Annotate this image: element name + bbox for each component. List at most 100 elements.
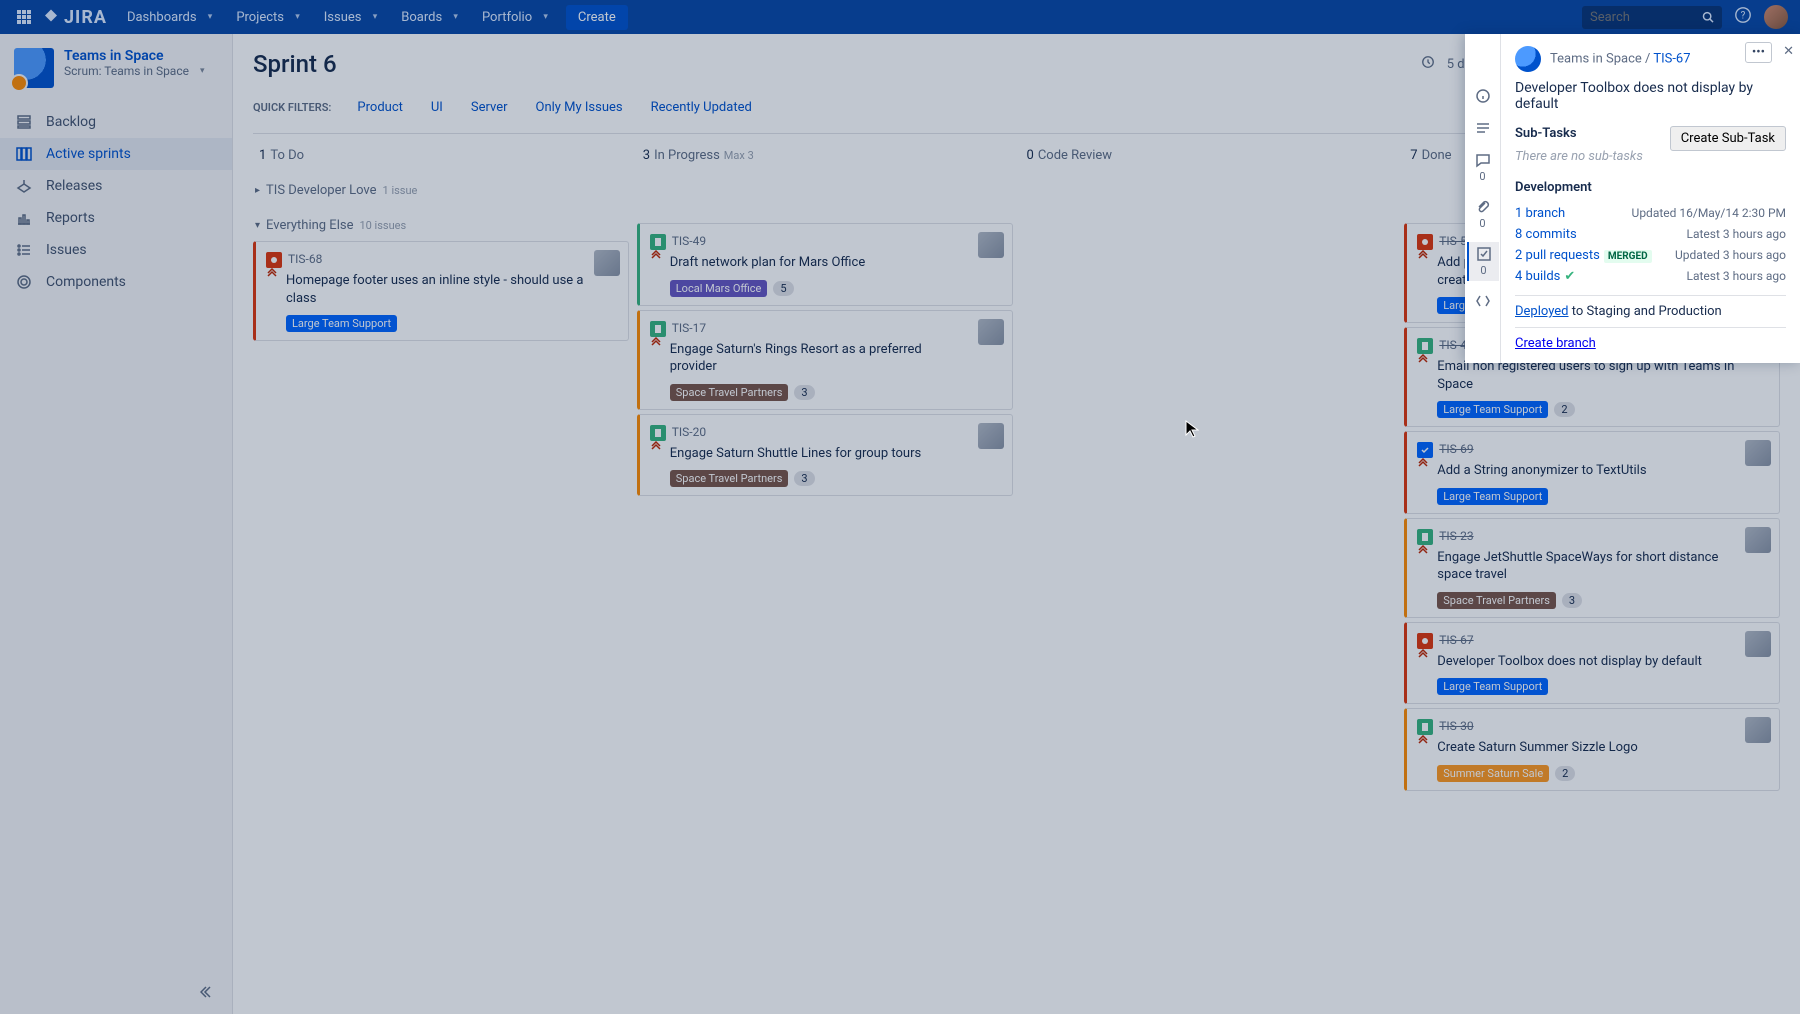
- col-name: Done: [1422, 148, 1452, 163]
- rail-comments-icon[interactable]: 0: [1467, 148, 1499, 187]
- epic-label[interactable]: Space Travel Partners: [1437, 592, 1556, 609]
- estimate-badge: 3: [794, 385, 814, 400]
- issue-summary: Engage JetShuttle SpaceWays for short di…: [1437, 549, 1769, 584]
- sidebar-item-issues[interactable]: Issues: [0, 234, 232, 266]
- search-input[interactable]: [1590, 10, 1694, 25]
- sidebar-item-label: Backlog: [46, 114, 96, 130]
- issue-card[interactable]: TIS-17 Engage Saturn's Rings Resort as a…: [637, 310, 1013, 410]
- issue-key: TIS-17: [672, 321, 706, 335]
- sidebar-item-releases[interactable]: Releases: [0, 170, 232, 202]
- project-icon: [1515, 46, 1541, 72]
- board-icon: [14, 146, 34, 162]
- issue-card[interactable]: TIS-69 Add a String anonymizer to TextUt…: [1404, 431, 1780, 514]
- issue-card[interactable]: TIS-20 Engage Saturn Shuttle Lines for g…: [637, 414, 1013, 497]
- priority-icon: [1417, 458, 1431, 474]
- epic-label[interactable]: Space Travel Partners: [670, 384, 789, 401]
- nav-issues[interactable]: Issues: [314, 4, 388, 31]
- no-subtasks-text: There are no sub-tasks: [1515, 149, 1786, 164]
- issue-key: TIS-30: [1439, 719, 1473, 733]
- estimate-badge: 2: [1554, 402, 1574, 417]
- priority-icon: [650, 337, 664, 353]
- panel-more-button[interactable]: •••: [1745, 42, 1772, 63]
- panel-close-icon[interactable]: ✕: [1783, 44, 1794, 59]
- swimlane-developer-love[interactable]: TIS Developer Love 1 issue: [253, 179, 629, 202]
- col-name: In Progress: [654, 148, 720, 163]
- collapse-sidebar-icon[interactable]: [200, 984, 216, 1004]
- branch-link[interactable]: 1 branch: [1515, 206, 1565, 221]
- ship-icon: [14, 178, 34, 194]
- clock-icon: [1421, 55, 1435, 73]
- issue-type-icon: [1417, 338, 1433, 354]
- builds-meta: Latest 3 hours ago: [1686, 269, 1786, 284]
- issue-type-icon: [1417, 442, 1433, 458]
- estimate-badge: 3: [794, 471, 814, 486]
- issue-type-icon: [1417, 529, 1433, 545]
- issue-key: TIS-69: [1439, 442, 1473, 456]
- epic-label[interactable]: Large Team Support: [1437, 401, 1548, 418]
- issue-type-icon: [650, 425, 666, 441]
- component-icon: [14, 274, 34, 290]
- column-code-review: 0 Code Review: [1021, 134, 1397, 795]
- create-button[interactable]: Create: [566, 5, 628, 30]
- col-count: 3: [643, 148, 650, 163]
- issue-key-link[interactable]: TIS-67: [1653, 51, 1690, 66]
- project-type[interactable]: Scrum: Teams in Space: [64, 64, 205, 78]
- nav-dashboards[interactable]: Dashboards: [117, 4, 222, 31]
- issue-card[interactable]: TIS-30 Create Saturn Summer Sizzle Logo …: [1404, 708, 1780, 791]
- sidebar: Teams in Space Scrum: Teams in Space Bac…: [0, 34, 233, 1014]
- filter-recent[interactable]: Recently Updated: [641, 96, 762, 119]
- rail-attachments-icon[interactable]: 0: [1467, 195, 1499, 234]
- logo-text: JIRA: [64, 7, 107, 28]
- epic-label[interactable]: Large Team Support: [1437, 678, 1548, 695]
- epic-label[interactable]: Large Team Support: [286, 315, 397, 332]
- issue-card[interactable]: TIS-68 Homepage footer uses an inline st…: [253, 241, 629, 341]
- col-name: Code Review: [1038, 148, 1112, 163]
- epic-label[interactable]: Large Team Support: [1437, 488, 1548, 505]
- priority-icon: [1417, 735, 1431, 751]
- col-count: 0: [1027, 148, 1034, 163]
- sidebar-item-reports[interactable]: Reports: [0, 202, 232, 234]
- epic-label[interactable]: Space Travel Partners: [670, 470, 789, 487]
- help-icon[interactable]: ?: [1734, 6, 1752, 28]
- nav-boards[interactable]: Boards: [391, 4, 468, 31]
- pullrequests-link[interactable]: 2 pull requests: [1515, 248, 1600, 263]
- filter-ui[interactable]: UI: [421, 96, 453, 119]
- issue-card[interactable]: TIS-49 Draft network plan for Mars Offic…: [637, 223, 1013, 306]
- sidebar-item-components[interactable]: Components: [0, 266, 232, 298]
- pulls-meta: Updated 3 hours ago: [1675, 248, 1786, 263]
- deployed-link[interactable]: Deployed: [1515, 304, 1569, 319]
- epic-label[interactable]: Local Mars Office: [670, 280, 768, 297]
- issue-type-icon: [650, 234, 666, 250]
- sidebar-item-label: Releases: [46, 178, 102, 194]
- swimlane-everything-else[interactable]: Everything Else 10 issues: [253, 214, 629, 237]
- priority-icon: [1417, 649, 1431, 665]
- builds-link[interactable]: 4 builds: [1515, 269, 1560, 284]
- app-switcher-icon[interactable]: [12, 5, 36, 29]
- priority-icon: [650, 441, 664, 457]
- priority-icon: [266, 268, 280, 284]
- rail-description-icon[interactable]: [1467, 116, 1499, 140]
- create-branch-link[interactable]: Create branch: [1515, 336, 1596, 351]
- search-box[interactable]: [1582, 6, 1722, 29]
- sidebar-item-backlog[interactable]: Backlog: [0, 106, 232, 138]
- search-icon: [1702, 10, 1714, 24]
- commits-link[interactable]: 8 commits: [1515, 227, 1577, 242]
- create-subtask-button[interactable]: Create Sub-Task: [1670, 126, 1786, 151]
- filter-my-issues[interactable]: Only My Issues: [526, 96, 633, 119]
- rail-details-icon[interactable]: [1467, 84, 1499, 108]
- nav-projects[interactable]: Projects: [226, 4, 309, 31]
- quick-filters-label: QUICK FILTERS:: [253, 101, 331, 114]
- nav-portfolio[interactable]: Portfolio: [472, 4, 558, 31]
- issue-summary: Developer Toolbox does not display by de…: [1437, 653, 1769, 671]
- rail-dev-icon[interactable]: [1467, 289, 1499, 313]
- epic-label[interactable]: Summer Saturn Sale: [1437, 765, 1549, 782]
- sidebar-item-active-sprints[interactable]: Active sprints: [0, 138, 232, 170]
- rail-subtasks-icon[interactable]: 0: [1467, 242, 1499, 281]
- jira-logo[interactable]: JIRA: [42, 7, 107, 28]
- project-header[interactable]: Teams in Space Scrum: Teams in Space: [0, 48, 232, 102]
- filter-server[interactable]: Server: [461, 96, 518, 119]
- issue-card[interactable]: TIS-23 Engage JetShuttle SpaceWays for s…: [1404, 518, 1780, 618]
- issue-card[interactable]: TIS-67 Developer Toolbox does not displa…: [1404, 622, 1780, 705]
- filter-product[interactable]: Product: [347, 96, 412, 119]
- user-avatar[interactable]: [1764, 5, 1788, 29]
